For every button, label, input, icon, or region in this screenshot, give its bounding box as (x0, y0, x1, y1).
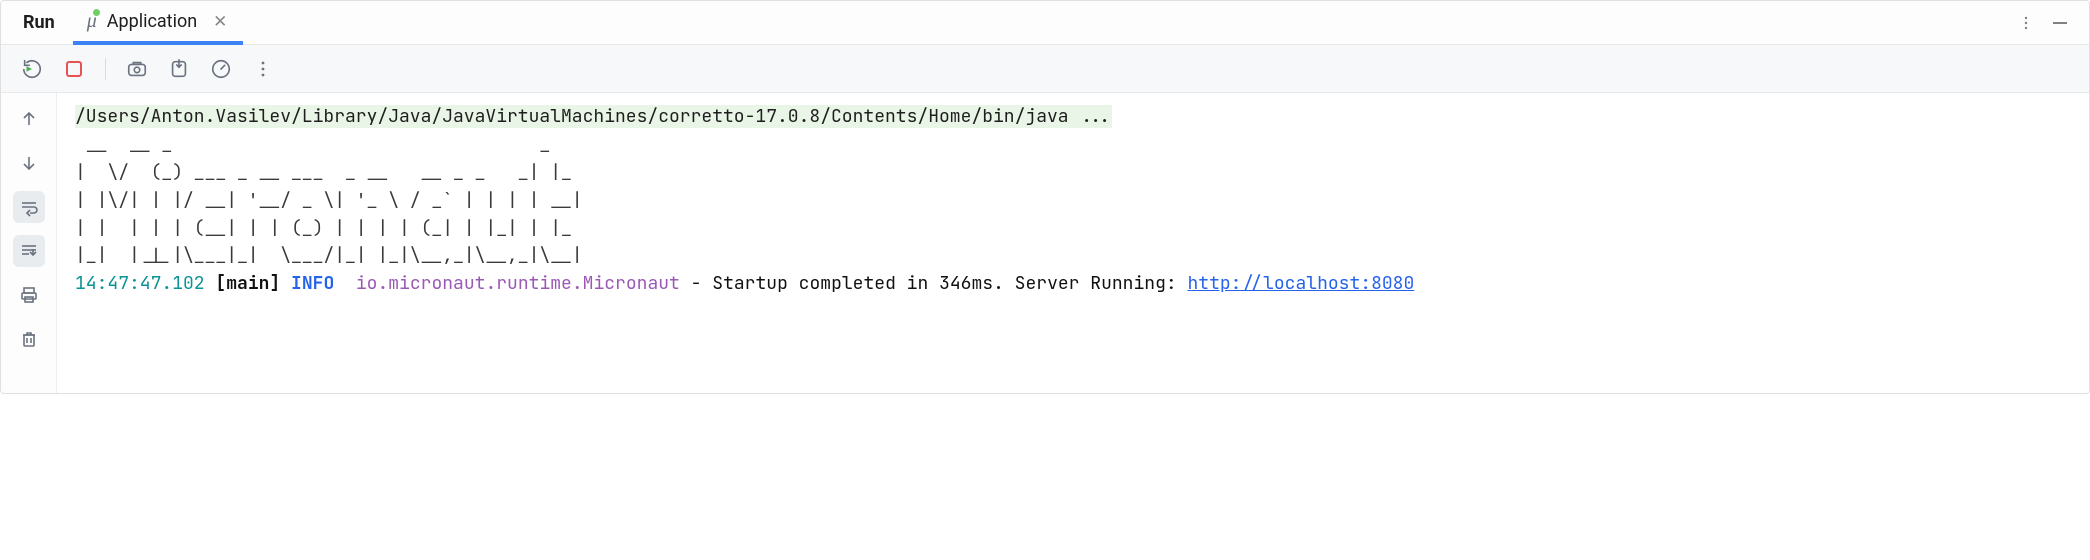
rerun-button[interactable] (19, 56, 45, 82)
console-gutter (1, 93, 57, 393)
server-url-link[interactable]: http://localhost:8080 (1187, 272, 1414, 295)
log-sep: - (680, 272, 712, 295)
toolbar-divider (105, 58, 106, 80)
scroll-to-end-button[interactable] (13, 235, 45, 267)
tab-bar: Run μ Application ✕ (1, 1, 2089, 45)
arrow-up-icon[interactable] (13, 103, 45, 135)
close-icon[interactable]: ✕ (211, 10, 229, 34)
log-message: Startup completed in 346ms. Server Runni… (712, 272, 1187, 295)
ascii-banner: __ __ _ _ | \/ (_) ___ _ __ ___ _ __ __ … (75, 133, 583, 268)
thread-dump-button[interactable] (124, 56, 150, 82)
command-line: /Users/Anton.Vasilev/Library/Java/JavaVi… (75, 105, 1112, 128)
log-thread: [main] (215, 272, 280, 295)
softwrap-button[interactable] (13, 191, 45, 223)
exit-button[interactable] (166, 56, 192, 82)
kebab-menu-icon[interactable] (2015, 12, 2037, 34)
log-logger: io.micronaut.runtime.Micronaut (356, 272, 680, 295)
minimize-icon[interactable] (2049, 12, 2071, 34)
log-timestamp: 14:47:47.102 (75, 272, 205, 295)
print-button[interactable] (13, 279, 45, 311)
arrow-down-icon[interactable] (13, 147, 45, 179)
tab-label: Application (107, 11, 197, 32)
more-actions-button[interactable] (250, 56, 276, 82)
console-output[interactable]: /Users/Anton.Vasilev/Library/Java/JavaVi… (57, 93, 2089, 393)
profiler-button[interactable] (208, 56, 234, 82)
panel-title: Run (1, 12, 73, 33)
run-tool-window: Run μ Application ✕ (0, 0, 2090, 394)
clear-all-button[interactable] (13, 323, 45, 355)
run-toolbar (1, 45, 2089, 93)
mu-run-icon: μ (87, 10, 97, 33)
stop-button[interactable] (61, 56, 87, 82)
tab-application[interactable]: μ Application ✕ (73, 2, 244, 45)
log-level: INFO (291, 272, 334, 295)
